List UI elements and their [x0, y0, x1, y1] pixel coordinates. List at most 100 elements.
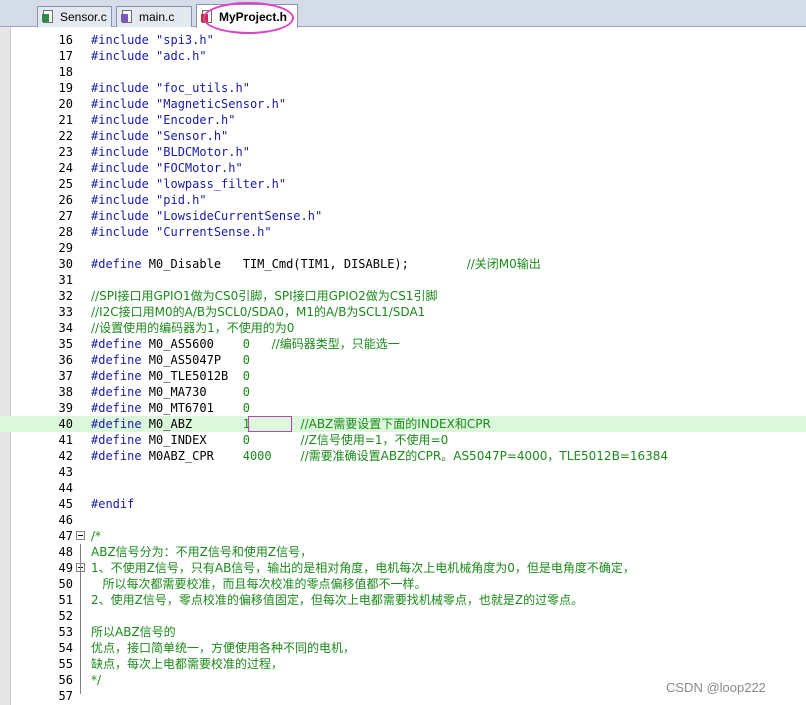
code-line[interactable]: 52 — [0, 608, 806, 624]
code-token: 0 — [242, 433, 250, 447]
code-token: #define — [91, 337, 149, 351]
line-number: 45 — [58, 497, 73, 511]
code-token: #include — [91, 81, 157, 95]
code-line[interactable]: 23 #include "BLDCMotor.h" — [0, 144, 806, 160]
line-number: 50 — [58, 577, 73, 591]
code-line[interactable]: 37 #define M0_TLE5012B 0 — [0, 368, 806, 384]
code-line[interactable]: 28 #include "CurrentSense.h" — [0, 224, 806, 240]
code-editor[interactable]: 16 #include "spi3.h" 17 #include "adc.h" 18 1… — [0, 32, 806, 704]
code-text: */ — [91, 672, 101, 688]
code-token: "LowsideCurrentSense.h" — [156, 209, 323, 223]
code-text: 优点，接口简单统一，方便使用各种不同的电机， — [91, 640, 355, 656]
code-line[interactable]: 34 //设置使用的编码器为1，不使用的为0 — [0, 320, 806, 336]
code-token: 1 — [242, 417, 250, 431]
line-number: 25 — [58, 177, 73, 191]
line-number: 38 — [58, 385, 73, 399]
code-text: ABZ信号分为：不用Z信号和使用Z信号， — [91, 544, 312, 560]
tab-label: main.c — [139, 10, 175, 24]
code-line[interactable]: 20 #include "MagneticSensor.h" — [0, 96, 806, 112]
code-text: #include "pid.h" — [91, 192, 207, 208]
line-number: 48 — [58, 545, 73, 559]
code-token: M0ABZ_CPR — [148, 449, 243, 463]
code-token: 2、使用Z信号，零点校准的偏移值固定，但每次上电都需要找机械零点，也就是Z的过零… — [91, 593, 584, 607]
editor-tab-bar: Sensor.c main.c MyProject.h — [0, 0, 806, 28]
code-line[interactable]: 40 #define M0_ABZ 1 //ABZ需要设置下面的INDEX和CPR — [0, 416, 806, 432]
code-line[interactable]: 22 #include "Sensor.h" — [0, 128, 806, 144]
line-number: 53 — [58, 625, 73, 639]
code-line[interactable]: 16 #include "spi3.h" — [0, 32, 806, 48]
fold-guide — [80, 544, 81, 694]
code-token: "pid.h" — [156, 193, 207, 207]
line-number: 16 — [58, 33, 73, 47]
code-line[interactable]: 54 优点，接口简单统一，方便使用各种不同的电机， — [0, 640, 806, 656]
code-text: 所以每次都需要校准，而且每次校准的零点偏移值都不一样。 — [91, 576, 426, 592]
code-token: 所以每次都需要校准，而且每次校准的零点偏移值都不一样。 — [91, 577, 427, 591]
code-line[interactable]: 27 #include "LowsideCurrentSense.h" — [0, 208, 806, 224]
line-number: 52 — [58, 609, 73, 623]
code-line[interactable]: 44 — [0, 480, 806, 496]
line-number: 17 — [58, 49, 73, 63]
code-text: #include "foc_utils.h" — [91, 80, 250, 96]
code-line[interactable]: 46 — [0, 512, 806, 528]
code-line[interactable]: 39 #define M0_MT6701 0 — [0, 400, 806, 416]
tab-myproject-h[interactable]: MyProject.h — [196, 4, 298, 28]
code-line[interactable]: 45 #endif — [0, 496, 806, 512]
code-line[interactable]: 26 #include "pid.h" — [0, 192, 806, 208]
code-line[interactable]: 41 #define M0_INDEX 0 //Z信号使用=1，不使用=0 — [0, 432, 806, 448]
code-text: #include "FOCMotor.h" — [91, 160, 243, 176]
code-text: #include "CurrentSense.h" — [91, 224, 272, 240]
code-token: #define — [91, 353, 149, 367]
code-line[interactable]: 55 缺点，每次上电都需要校准的过程， — [0, 656, 806, 672]
line-number: 18 — [58, 65, 73, 79]
line-number: 51 — [58, 593, 73, 607]
code-token: #include — [91, 129, 157, 143]
code-line[interactable]: 33 //I2C接口用M0的A/B为SCL0/SDA0，M1的A/B为SCL1/S… — [0, 304, 806, 320]
code-line[interactable]: 38 #define M0_MA730 0 — [0, 384, 806, 400]
code-text: #include "LowsideCurrentSense.h" — [91, 208, 322, 224]
code-token: 0 — [242, 337, 250, 351]
fold-toggle-icon[interactable] — [76, 531, 85, 540]
code-line[interactable]: 47 /* — [0, 528, 806, 544]
code-line[interactable]: 53 所以ABZ信号的 — [0, 624, 806, 640]
tab-main-c[interactable]: main.c — [116, 6, 192, 27]
line-number: 22 — [58, 129, 73, 143]
code-line[interactable]: 51 2、使用Z信号，零点校准的偏移值固定，但每次上电都需要找机械零点，也就是Z的… — [0, 592, 806, 608]
code-token: //ABZ需要设置下面的INDEX和CPR — [300, 417, 491, 431]
code-token: M0_Disable TIM_Cmd(TIM1, DISABLE); — [148, 257, 467, 271]
code-line[interactable]: 24 #include "FOCMotor.h" — [0, 160, 806, 176]
code-token: "Encoder.h" — [156, 113, 236, 127]
code-line[interactable]: 42 #define M0ABZ_CPR 4000 //需要准确设置ABZ的CPR… — [0, 448, 806, 464]
code-text: #define M0_MA730 0 — [91, 384, 250, 400]
code-token: //编码器类型，只能选一 — [271, 337, 400, 351]
code-line[interactable]: 21 #include "Encoder.h" — [0, 112, 806, 128]
code-line[interactable]: 19 #include "foc_utils.h" — [0, 80, 806, 96]
line-number: 21 — [58, 113, 73, 127]
code-token: 所以ABZ信号的 — [91, 625, 176, 639]
code-line[interactable]: 25 #include "lowpass_filter.h" — [0, 176, 806, 192]
code-text: #define M0_INDEX 0 //Z信号使用=1，不使用=0 — [91, 432, 448, 448]
code-line[interactable]: 17 #include "adc.h" — [0, 48, 806, 64]
code-text: /* — [91, 528, 101, 544]
code-line[interactable]: 35 #define M0_AS5600 0 //编码器类型，只能选一 — [0, 336, 806, 352]
code-line[interactable]: 29 — [0, 240, 806, 256]
code-line[interactable]: 32 //SPI接口用GPIO1做为CS0引脚，SPI接口用GPIO2做为CS1引… — [0, 288, 806, 304]
code-text: //SPI接口用GPIO1做为CS0引脚，SPI接口用GPIO2做为CS1引脚 — [91, 288, 437, 304]
code-text: 1、不使用Z信号，只有AB信号，输出的是相对角度，电机每次上电机械角度为0，但是… — [91, 560, 635, 576]
code-line[interactable]: 31 — [0, 272, 806, 288]
code-token: 4000 — [242, 449, 272, 463]
code-token: #define — [91, 385, 149, 399]
code-line[interactable]: 18 — [0, 64, 806, 80]
line-number: 47 — [58, 529, 73, 543]
tab-sensor-c[interactable]: Sensor.c — [37, 6, 112, 27]
code-text: 所以ABZ信号的 — [91, 624, 176, 640]
code-line[interactable]: 48 ABZ信号分为：不用Z信号和使用Z信号， — [0, 544, 806, 560]
code-line[interactable]: 30 #define M0_Disable TIM_Cmd(TIM1, DISAB… — [0, 256, 806, 272]
code-token: //设置使用的编码器为1，不使用的为0 — [91, 321, 295, 335]
code-line[interactable]: 49 1、不使用Z信号，只有AB信号，输出的是相对角度，电机每次上电机械角度为0，… — [0, 560, 806, 576]
code-token: "adc.h" — [156, 49, 207, 63]
code-token: "FOCMotor.h" — [156, 161, 243, 175]
code-line[interactable]: 36 #define M0_AS5047P 0 — [0, 352, 806, 368]
code-line[interactable]: 50 所以每次都需要校准，而且每次校准的零点偏移值都不一样。 — [0, 576, 806, 592]
code-line[interactable]: 43 — [0, 464, 806, 480]
